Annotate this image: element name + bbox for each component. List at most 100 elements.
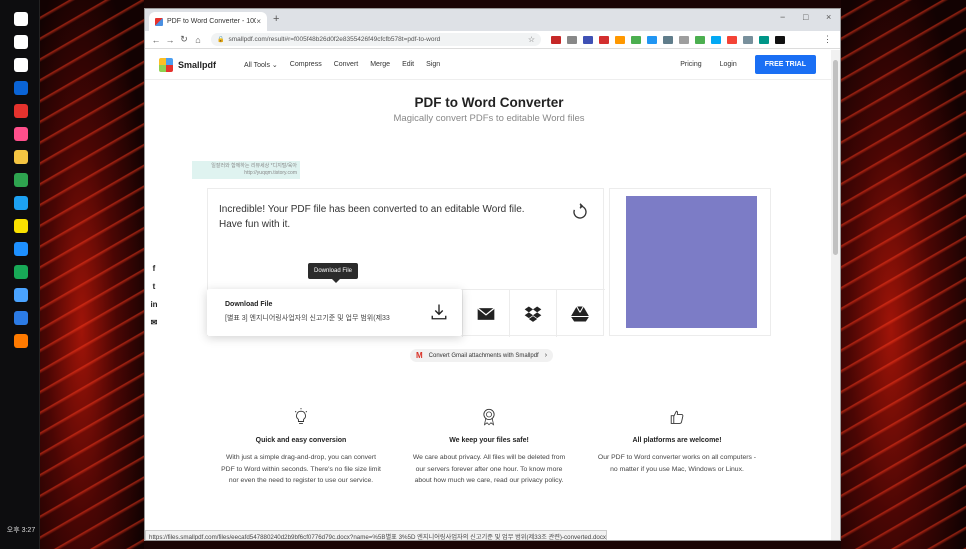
extensions-bar — [551, 35, 791, 44]
internet-explorer-icon[interactable] — [14, 242, 28, 256]
taskbar-clock[interactable]: 오후 3:27 — [2, 525, 40, 535]
twitter-icon[interactable] — [14, 196, 28, 210]
email-share-button[interactable] — [462, 290, 509, 337]
windows-taskbar: 오후 3:27 — [0, 0, 40, 549]
extension-icon[interactable] — [615, 35, 625, 44]
back-arrow-icon[interactable]: ← — [149, 35, 163, 45]
advertisement-image[interactable] — [626, 196, 757, 328]
download-icon[interactable] — [430, 303, 448, 321]
nav-sign[interactable]: Sign — [426, 61, 440, 69]
chevron-down-icon: ⌄ — [271, 61, 278, 69]
folder-icon[interactable] — [14, 150, 28, 164]
address-bar[interactable]: 🔒 smallpdf.com/result#r=f005f48b26d0f2e8… — [211, 33, 541, 46]
tab-close-icon[interactable]: × — [256, 17, 261, 26]
extension-icon[interactable] — [695, 35, 705, 44]
badge-icon — [483, 408, 495, 426]
extension-icon[interactable] — [679, 35, 689, 44]
email-icon[interactable]: ✉ — [149, 318, 159, 328]
google-drive-button[interactable] — [556, 290, 603, 337]
free-trial-button[interactable]: FREE TRIAL — [754, 55, 816, 74]
extension-icon[interactable] — [759, 35, 769, 44]
download-file-box[interactable]: Download File [별표 3] 엔지니어링사업자의 신고기준 및 업무… — [207, 289, 462, 336]
download-filename: [별표 3] 엔지니어링사업자의 신고기준 및 업무 범위(제33 — [225, 315, 390, 322]
page-title: PDF to Word Converter — [414, 95, 564, 110]
login-link[interactable]: Login — [720, 61, 737, 68]
dropbox-button[interactable] — [509, 290, 556, 337]
extension-icon[interactable] — [727, 35, 737, 44]
envelope-icon — [477, 307, 495, 320]
extension-icon[interactable] — [647, 35, 657, 44]
browser-tab[interactable]: PDF to Word Converter - 100% Free × — [149, 12, 267, 31]
extension-icon[interactable] — [583, 35, 593, 44]
nav-compress[interactable]: Compress — [290, 61, 322, 69]
twitter-icon[interactable]: t — [149, 282, 159, 292]
outlook-icon[interactable] — [14, 81, 28, 95]
page-subtitle: Magically convert PDFs to editable Word … — [393, 113, 585, 124]
extension-icon[interactable] — [551, 35, 561, 44]
result-message: Incredible! Your PDF file has been conve… — [219, 204, 525, 230]
search-orange-icon[interactable] — [14, 334, 28, 348]
tab-strip: PDF to Word Converter - 100% Free × + − … — [145, 9, 840, 31]
desktop-wallpaper-left — [40, 0, 144, 549]
scrollbar-thumb[interactable] — [833, 60, 838, 255]
chrome-icon[interactable] — [14, 173, 28, 187]
chrome-alt-icon[interactable] — [14, 104, 28, 118]
bookmark-star-icon[interactable]: ☆ — [528, 35, 535, 44]
nav-edit[interactable]: Edit — [402, 61, 414, 69]
url-text[interactable]: smallpdf.com/result#r=f005f48b26d0f2e835… — [228, 36, 527, 43]
main-nav: All Tools ⌄ Compress Convert Merge Edit … — [244, 61, 452, 69]
remote-desktop-icon[interactable] — [14, 311, 28, 325]
facebook-icon[interactable]: f — [149, 264, 159, 274]
advertisement-panel[interactable] — [609, 188, 771, 336]
new-tab-button[interactable]: + — [273, 13, 279, 25]
restart-icon[interactable] — [571, 203, 589, 221]
pricing-link[interactable]: Pricing — [680, 61, 701, 68]
kakaotalk-icon[interactable] — [14, 219, 28, 233]
app-green-icon[interactable] — [14, 265, 28, 279]
extension-icon[interactable] — [663, 35, 673, 44]
smallpdf-logo-icon[interactable] — [159, 57, 173, 72]
extension-icon[interactable] — [743, 35, 753, 44]
download-title: Download File — [225, 301, 273, 308]
extension-icon[interactable] — [711, 35, 721, 44]
social-share-rail: f t in ✉ — [149, 264, 159, 336]
lock-icon: 🔒 — [217, 37, 225, 43]
thumbs-up-icon — [670, 410, 684, 424]
dropbox-icon — [524, 306, 542, 322]
task-view-icon[interactable] — [14, 58, 28, 72]
linkedin-icon[interactable]: in — [149, 300, 159, 310]
watermark-note: 일잘러와 함께하는 리뷰세상 *디지털/육아 http://yuqqm.tist… — [192, 161, 300, 179]
app-pink-icon[interactable] — [14, 127, 28, 141]
extension-icon[interactable] — [599, 35, 609, 44]
maximize-button[interactable]: □ — [803, 12, 808, 22]
cloud-icon[interactable] — [14, 288, 28, 302]
forward-arrow-icon[interactable]: → — [163, 35, 177, 45]
page-scrollbar[interactable] — [831, 50, 840, 540]
gmail-icon: M — [416, 351, 423, 360]
minimize-button[interactable]: − — [780, 12, 785, 22]
feature-all-platforms: All platforms are welcome! Our PDF to Wo… — [597, 408, 757, 475]
extension-icon[interactable] — [775, 35, 785, 44]
download-tooltip: Download File — [308, 263, 359, 283]
desktop-wallpaper-right — [841, 0, 966, 549]
extension-icon[interactable] — [567, 35, 577, 44]
close-window-button[interactable]: × — [826, 12, 831, 22]
lightbulb-icon — [294, 408, 308, 424]
site-header: Smallpdf All Tools ⌄ Compress Convert Me… — [145, 50, 833, 80]
chevron-right-icon: › — [544, 352, 548, 359]
google-drive-icon — [570, 305, 590, 321]
windows-start-icon[interactable] — [14, 12, 28, 26]
nav-all-tools[interactable]: All Tools ⌄ — [244, 61, 278, 69]
gmail-convert-link[interactable]: M Convert Gmail attachments with Smallpd… — [410, 349, 554, 362]
nav-merge[interactable]: Merge — [370, 61, 390, 69]
logo-text[interactable]: Smallpdf — [178, 60, 216, 70]
browser-menu-icon[interactable]: ⋮ — [823, 34, 836, 45]
extension-icon[interactable] — [631, 35, 641, 44]
home-icon[interactable]: ⌂ — [191, 35, 205, 45]
reload-icon[interactable]: ↻ — [177, 34, 191, 45]
page-viewport: Smallpdf All Tools ⌄ Compress Convert Me… — [145, 50, 833, 540]
nav-convert[interactable]: Convert — [334, 61, 359, 69]
feature-safe-files: We keep your files safe! We care about p… — [409, 408, 569, 487]
browser-toolbar: ← → ↻ ⌂ 🔒 smallpdf.com/result#r=f005f48b… — [145, 31, 840, 49]
search-icon[interactable] — [14, 35, 28, 49]
